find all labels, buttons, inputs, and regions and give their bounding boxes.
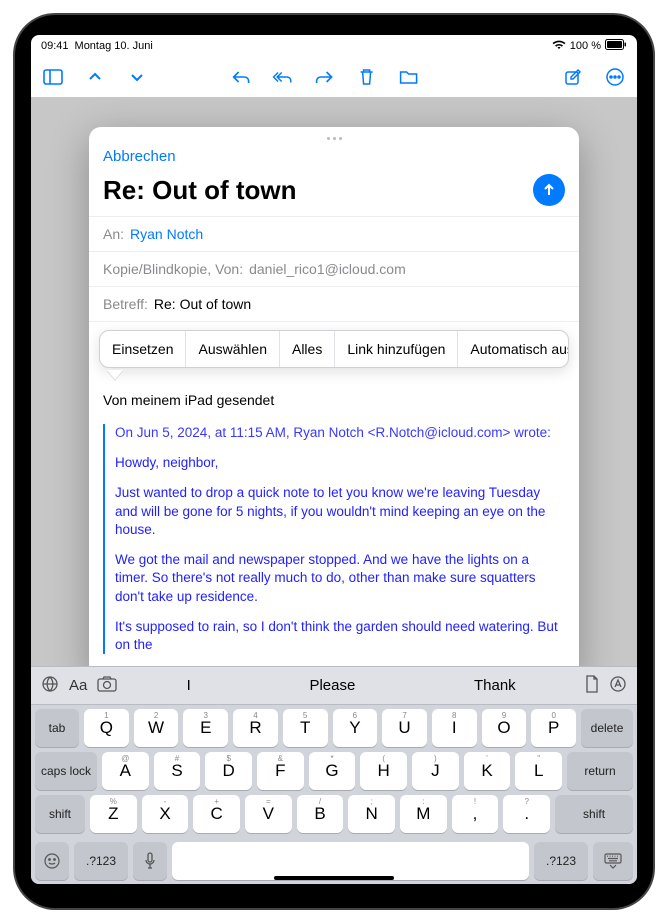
key-h[interactable]: (H <box>360 752 407 790</box>
key-e[interactable]: 3E <box>183 709 228 747</box>
key-t[interactable]: 5T <box>283 709 328 747</box>
compose-icon[interactable] <box>563 67 583 87</box>
key-s[interactable]: #S <box>154 752 201 790</box>
to-label: An: <box>103 226 124 242</box>
quote-line: It's supposed to rain, so I don't think … <box>115 618 565 654</box>
key-d[interactable]: $D <box>205 752 252 790</box>
suggestion-2[interactable]: Please <box>309 677 355 694</box>
key-z[interactable]: %Z <box>90 795 137 833</box>
key-y[interactable]: 6Y <box>333 709 378 747</box>
chevron-up-icon[interactable] <box>85 67 105 87</box>
forward-icon[interactable] <box>315 67 335 87</box>
key-m[interactable]: :M <box>400 795 447 833</box>
status-date: Montag 10. Juni <box>75 40 153 52</box>
ccbcc-label: Kopie/Blindkopie, Von: <box>103 261 243 277</box>
compose-title: Re: Out of town <box>103 175 297 206</box>
ctx-autofill[interactable]: Automatisch ausfüllen <box>458 331 569 367</box>
numeric-key-right[interactable]: .?123 <box>534 842 588 880</box>
caps-lock-key[interactable]: caps lock <box>35 752 97 790</box>
trash-icon[interactable] <box>357 67 377 87</box>
battery-icon <box>605 39 627 53</box>
key-w[interactable]: 2W <box>134 709 179 747</box>
tab-key[interactable]: tab <box>35 709 79 747</box>
folder-icon[interactable] <box>399 67 419 87</box>
suggestion-3[interactable]: Thank <box>474 677 516 694</box>
key-f[interactable]: &F <box>257 752 304 790</box>
text-context-menu: Einsetzen Auswählen Alles Link hinzufüge… <box>99 330 569 368</box>
ctx-add-link[interactable]: Link hinzufügen <box>335 331 458 367</box>
mail-toolbar <box>31 57 637 97</box>
shift-left-key[interactable]: shift <box>35 795 85 833</box>
key-u[interactable]: 7U <box>382 709 427 747</box>
numeric-key-left[interactable]: .?123 <box>74 842 128 880</box>
key-punct-8[interactable]: ?. <box>503 795 550 833</box>
compose-modal: Abbrechen Re: Out of town An: Ryan Notch… <box>89 127 579 680</box>
key-k[interactable]: 'K <box>464 752 511 790</box>
key-g[interactable]: *G <box>309 752 356 790</box>
send-button[interactable] <box>533 174 565 206</box>
ctx-select-all[interactable]: Alles <box>280 331 335 367</box>
camera-icon[interactable] <box>97 676 117 695</box>
subject-field[interactable]: Betreff: Re: Out of town <box>89 286 579 321</box>
emoji-globe-icon[interactable] <box>41 675 59 696</box>
quoted-message: On Jun 5, 2024, at 11:15 AM, Ryan Notch … <box>103 424 565 654</box>
key-o[interactable]: 9O <box>482 709 527 747</box>
quote-line: Just wanted to drop a quick note to let … <box>115 484 565 539</box>
ctx-select[interactable]: Auswählen <box>186 331 280 367</box>
subject-value: Re: Out of town <box>154 296 251 312</box>
home-indicator[interactable] <box>274 876 394 880</box>
document-icon[interactable] <box>585 675 599 696</box>
more-icon[interactable] <box>605 67 625 87</box>
key-n[interactable]: ;N <box>348 795 395 833</box>
emoji-key[interactable] <box>35 842 69 880</box>
key-i[interactable]: 8I <box>432 709 477 747</box>
shift-right-key[interactable]: shift <box>555 795 633 833</box>
cancel-button[interactable]: Abbrechen <box>103 148 176 165</box>
compose-body[interactable]: Von meinem iPad gesendet On Jun 5, 2024,… <box>89 386 579 680</box>
subject-label: Betreff: <box>103 296 148 312</box>
markup-icon[interactable] <box>609 675 627 696</box>
from-value: daniel_rico1@icloud.com <box>249 261 406 277</box>
chevron-down-icon[interactable] <box>127 67 147 87</box>
key-v[interactable]: =V <box>245 795 292 833</box>
format-text-icon[interactable]: Aa <box>69 677 87 694</box>
spacebar-key[interactable] <box>172 842 529 880</box>
wifi-icon <box>552 40 566 53</box>
reply-icon[interactable] <box>231 67 251 87</box>
sidebar-toggle-icon[interactable] <box>43 67 63 87</box>
quote-line: Howdy, neighbor, <box>115 454 565 472</box>
key-punct-7[interactable]: !, <box>452 795 499 833</box>
key-c[interactable]: +C <box>193 795 240 833</box>
key-b[interactable]: /B <box>297 795 344 833</box>
battery-text: 100 % <box>570 40 601 52</box>
key-x[interactable]: -X <box>142 795 189 833</box>
quote-line: We got the mail and newspaper stopped. A… <box>115 551 565 606</box>
status-time: 09:41 <box>41 40 69 52</box>
reply-all-icon[interactable] <box>273 67 293 87</box>
dictation-key[interactable] <box>133 842 167 880</box>
suggestion-1[interactable]: I <box>187 677 191 694</box>
key-a[interactable]: @A <box>102 752 149 790</box>
return-key[interactable]: return <box>567 752 633 790</box>
to-recipient[interactable]: Ryan Notch <box>130 226 203 242</box>
key-r[interactable]: 4R <box>233 709 278 747</box>
onscreen-keyboard: Aa I Please Thank <box>31 666 637 884</box>
signature-text: Von meinem iPad gesendet <box>103 392 565 408</box>
key-p[interactable]: 0P <box>531 709 576 747</box>
ctx-paste[interactable]: Einsetzen <box>100 331 186 367</box>
status-bar: 09:41 Montag 10. Juni 100 % <box>31 35 637 57</box>
delete-key[interactable]: delete <box>581 709 633 747</box>
quote-meta: On Jun 5, 2024, at 11:15 AM, Ryan Notch … <box>115 424 565 442</box>
modal-drag-handle[interactable] <box>89 133 579 142</box>
to-field[interactable]: An: Ryan Notch <box>89 216 579 251</box>
dismiss-keyboard-key[interactable] <box>593 842 633 880</box>
ccbcc-field[interactable]: Kopie/Blindkopie, Von: daniel_rico1@iclo… <box>89 251 579 286</box>
key-j[interactable]: )J <box>412 752 459 790</box>
key-q[interactable]: 1Q <box>84 709 129 747</box>
key-l[interactable]: "L <box>515 752 562 790</box>
